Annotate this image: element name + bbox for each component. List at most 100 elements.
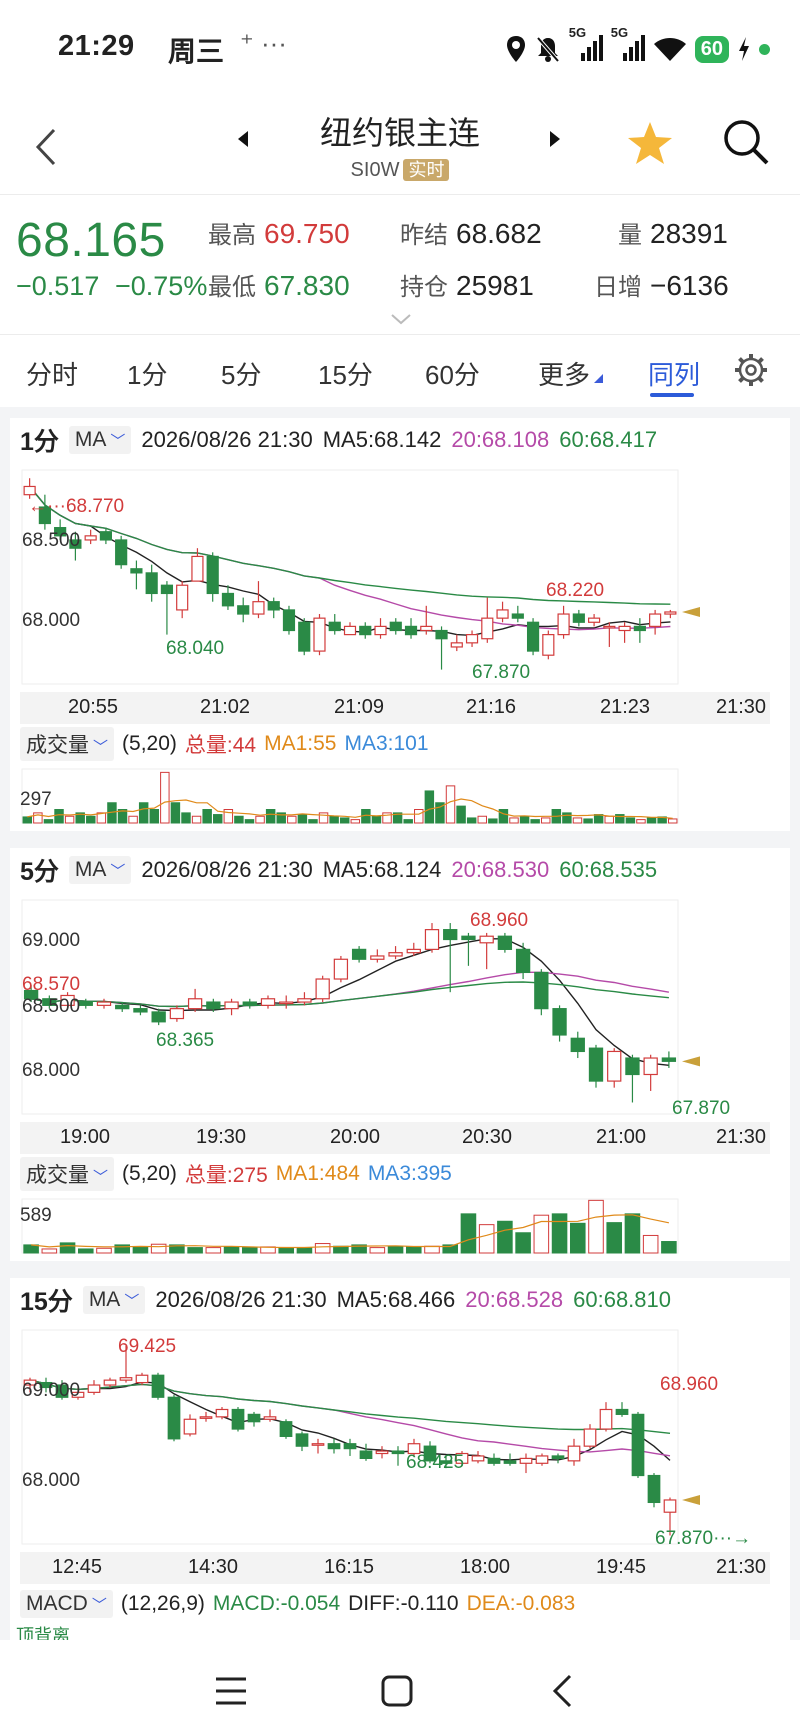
tab-5min[interactable]: 5分 [221,355,261,392]
last-price-marker [682,1056,700,1067]
gear-icon[interactable] [734,353,768,387]
tab-15min[interactable]: 15分 [318,355,373,392]
indicator-dropdown[interactable]: MA ﹀ [82,1286,146,1314]
tab-60min[interactable]: 60分 [425,355,480,392]
volume-bar [533,1214,550,1254]
macd-params: (12,26,9) [120,1592,205,1615]
volume-indicator-dropdown[interactable]: 成交量 ﹀ [20,1157,115,1191]
search-icon[interactable] [722,118,770,166]
open-interest-item: 持仓 25981 [400,270,534,301]
back-icon[interactable] [550,1673,574,1709]
macd-indicator-dropdown[interactable]: MACD ﹀ [20,1590,113,1618]
volume-bar [314,1243,331,1254]
daily-increase-value: −6136 [650,270,729,301]
volume-bar [187,1247,203,1254]
time-tick: 21:09 [334,696,385,718]
period-tabs: 分时 1分 5分 15分 60分 更多 同列 [0,337,800,407]
tab-more[interactable]: 更多 [538,355,604,392]
tab-timeshare[interactable]: 分时 [26,355,78,392]
indicator-dropdown[interactable]: MA ﹀ [68,426,132,454]
volume-indicator-dropdown[interactable]: 成交量 ﹀ [20,727,115,761]
volume-bar [160,771,170,824]
tab-same-column[interactable]: 同列 [648,355,700,392]
volume-bar [572,817,583,824]
candle-body [643,1057,658,1076]
volume-bar [339,817,350,824]
candle-body [471,1455,485,1462]
home-icon[interactable] [380,1674,414,1708]
signal-5g-2: 5G [611,25,645,64]
candle-body [176,584,189,611]
price-change: −0.517 [16,271,100,301]
candle-body [526,621,540,652]
price-tick: 68.000 [22,1060,80,1081]
volume-bar [241,1247,258,1254]
volume-item: 量 28391 [618,218,728,249]
time-tick: 21:30 [716,1556,767,1578]
active-tab-indicator [650,393,694,397]
volume-value: 28391 [650,218,728,249]
volume-bar [244,819,255,824]
candle-body [133,1008,148,1013]
candlestick-chart-15min[interactable]: 69.000 68.000 69.425 68.425 68.960 67.870···→ [10,1322,790,1582]
volume-bar [445,785,456,824]
volume-bar [509,817,519,824]
time-tick: 16:15 [324,1556,375,1578]
volume-bar [297,814,308,824]
signal-5g-1: 5G [569,25,603,64]
candle-body [588,1047,604,1082]
chart-card-1min: 1分 MA ﹀ 2026/08/26 21:30 MA5:68.142 20:68… [10,418,790,831]
volume-bar [181,812,191,824]
candle-body [231,1408,245,1430]
candle-body [588,617,601,623]
ma60-value: 60:68.810 [573,1287,671,1312]
next-contract-icon[interactable] [548,130,562,148]
candle-body [260,998,276,1006]
volume-bar [498,809,509,824]
volume-bar [132,1246,149,1254]
time-tick: 18:00 [460,1556,511,1578]
volume-bar [318,812,329,824]
candle-body [267,601,280,611]
volume-bar [519,815,530,824]
chevron-down-icon: ﹀ [110,863,126,880]
candle-body [206,1001,221,1010]
volume-bar [234,815,244,824]
time-tick: 20:55 [68,696,119,718]
volume-bar [296,1247,313,1254]
chart-datetime: 2026/08/26 21:30 [141,857,313,882]
candle-body [572,613,585,623]
candle-body [311,1443,325,1446]
ma-line [29,1379,671,1434]
high-mark: ←···68.770 [28,496,124,517]
peak-mark: 68.220 [546,580,604,601]
price-tick: 68.000 [22,610,80,631]
candle-body [424,929,440,950]
candle-body [359,1450,373,1459]
candlestick-chart-1min[interactable]: 68.500 68.000 ←···68.770 68.040 67.870 68.220 [10,462,790,722]
price-tick: 69.000 [22,930,80,951]
candle-body [625,1057,640,1076]
candle-body [351,948,367,960]
candlestick-chart-5min[interactable]: 69.000 68.500 68.000 68.570 68.365 68.960 67.8… [10,892,790,1152]
candle-body [343,625,357,636]
menu-icon[interactable] [214,1676,248,1706]
candle-body [664,611,677,615]
ma-line [30,981,669,1008]
period-label: 5分 [20,858,59,886]
macd-value: MACD:-0.054 [212,1592,341,1615]
expand-chevron-icon[interactable] [390,313,412,325]
star-icon[interactable] [626,120,674,166]
indicator-dropdown[interactable]: MA ﹀ [68,856,132,884]
volume-bar [308,819,318,824]
prev-settle-value: 68.682 [456,218,542,249]
candle-body [187,998,203,1010]
chevron-down-icon: ﹀ [91,1597,107,1614]
tab-1min[interactable]: 1分 [127,355,167,392]
candle-body [481,617,494,640]
volume-bar [466,817,477,824]
volume-bar [350,819,361,824]
volume-bar [191,815,202,824]
ma5-value: MA5:68.124 [322,857,442,882]
candle-body [404,625,418,636]
